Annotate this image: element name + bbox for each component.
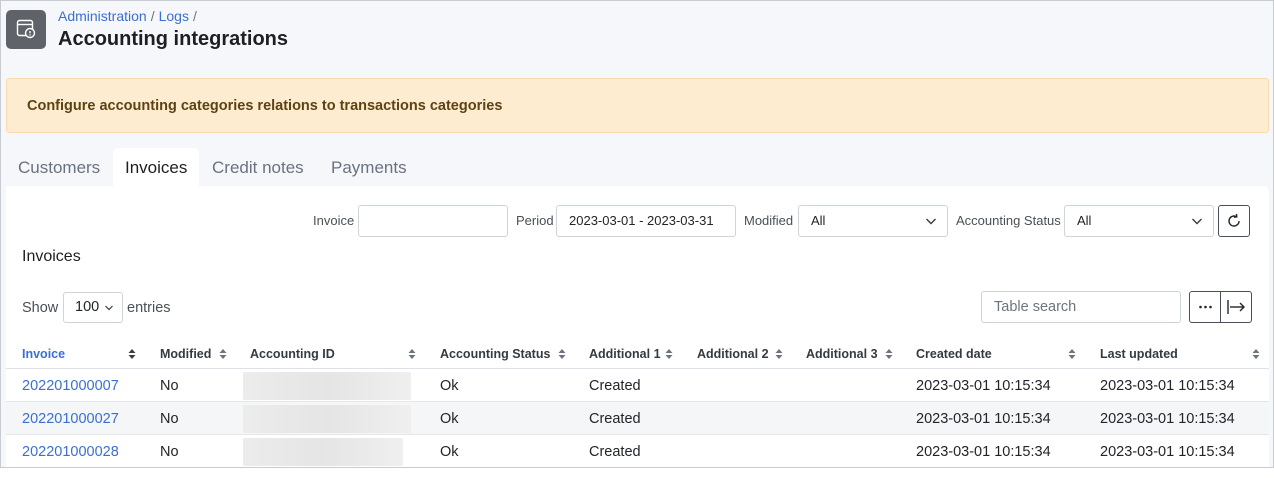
modified-filter-label: Modified	[744, 213, 794, 228]
alert-message: Configure accounting categories relation…	[27, 98, 503, 114]
invoice-filter-label: Invoice	[313, 213, 355, 228]
entries-label: entries	[127, 300, 171, 316]
sort-icon[interactable]	[885, 348, 893, 360]
breadcrumb-logs[interactable]: Logs	[159, 8, 189, 24]
sort-icon[interactable]	[1252, 348, 1260, 360]
invoice-link[interactable]: 202201000027	[22, 411, 119, 427]
page-length-select[interactable]: 100	[63, 292, 123, 323]
sort-icon[interactable]	[558, 348, 566, 360]
sort-icon[interactable]	[128, 348, 136, 360]
last-updated-cell: 2023-03-01 10:15:34	[1100, 444, 1235, 460]
additional-1-cell: Created	[589, 378, 641, 394]
breadcrumb-separator: /	[192, 8, 197, 24]
modified-cell: No	[160, 378, 179, 394]
column-header-created-date[interactable]: Created date	[916, 347, 992, 361]
sort-icon[interactable]	[1068, 348, 1076, 360]
redacted-accounting-id	[243, 372, 411, 400]
column-header-modified[interactable]: Modified	[160, 347, 211, 361]
created-date-cell: 2023-03-01 10:15:34	[916, 444, 1051, 460]
table-search-input[interactable]: Table search	[981, 291, 1181, 323]
accounting-status-cell: Ok	[440, 411, 459, 427]
accounting-status-cell: Ok	[440, 444, 459, 460]
show-label: Show	[22, 300, 59, 316]
page-title: Accounting integrations	[58, 28, 288, 50]
chevron-down-icon	[1192, 218, 1202, 225]
redacted-accounting-id	[243, 438, 403, 466]
accounting-status-cell: Ok	[440, 378, 459, 394]
modified-cell: No	[160, 444, 179, 460]
accounting-status-filter-select[interactable]: All	[1064, 205, 1214, 237]
page-length-value: 100	[75, 299, 100, 315]
table-actions	[1189, 291, 1252, 323]
column-header-accounting-id[interactable]: Accounting ID	[250, 347, 335, 361]
column-header-additional-2[interactable]: Additional 2	[697, 347, 769, 361]
sort-icon[interactable]	[408, 348, 416, 360]
tab-payments[interactable]: Payments	[319, 148, 419, 186]
modified-filter-select[interactable]: All	[798, 205, 948, 237]
last-updated-cell: 2023-03-01 10:15:34	[1100, 378, 1235, 394]
invoice-settings-icon	[6, 10, 46, 49]
redacted-accounting-id	[243, 405, 411, 433]
export-button[interactable]	[1221, 292, 1252, 322]
period-filter-label: Period	[516, 213, 554, 228]
invoice-link[interactable]: 202201000007	[22, 378, 119, 394]
created-date-cell: 2023-03-01 10:15:34	[916, 378, 1051, 394]
breadcrumb: Administration / Logs /	[58, 8, 201, 24]
last-updated-cell: 2023-03-01 10:15:34	[1100, 411, 1235, 427]
period-filter-input[interactable]: 2023-03-01 - 2023-03-31	[556, 205, 736, 237]
tab-credit-notes[interactable]: Credit notes	[200, 148, 316, 186]
breadcrumb-administration[interactable]: Administration	[58, 8, 147, 24]
modified-cell: No	[160, 411, 179, 427]
arrow-to-line-icon	[1227, 300, 1245, 314]
sort-icon[interactable]	[775, 348, 783, 360]
refresh-icon	[1228, 213, 1240, 227]
info-alert: Configure accounting categories relation…	[6, 78, 1269, 133]
ellipsis-icon	[1199, 305, 1212, 309]
more-options-button[interactable]	[1190, 292, 1221, 322]
chevron-down-icon	[926, 218, 936, 225]
column-header-invoice[interactable]: Invoice	[22, 347, 65, 361]
tab-customers[interactable]: Customers	[6, 148, 112, 186]
app-window: Administration / Logs / Accounting integrat…	[0, 0, 1274, 468]
invoice-link[interactable]: 202201000028	[22, 444, 119, 460]
invoice-filter-input[interactable]	[358, 205, 508, 237]
sort-icon[interactable]	[665, 348, 673, 360]
additional-1-cell: Created	[589, 444, 641, 460]
column-header-last-updated[interactable]: Last updated	[1100, 347, 1178, 361]
accounting-status-filter-value: All	[1077, 213, 1092, 228]
column-header-additional-1[interactable]: Additional 1	[589, 347, 661, 361]
column-header-additional-3[interactable]: Additional 3	[806, 347, 878, 361]
accounting-status-filter-label: Accounting Status	[956, 213, 1061, 228]
refresh-button[interactable]	[1218, 205, 1250, 237]
breadcrumb-separator: /	[150, 8, 155, 24]
section-title: Invoices	[22, 248, 81, 265]
created-date-cell: 2023-03-01 10:15:34	[916, 411, 1051, 427]
column-header-accounting-status[interactable]: Accounting Status	[440, 347, 550, 361]
sort-icon[interactable]	[219, 348, 227, 360]
additional-1-cell: Created	[589, 411, 641, 427]
chevron-down-icon	[105, 305, 113, 311]
tab-invoices[interactable]: Invoices	[113, 148, 200, 186]
modified-filter-value: All	[811, 213, 826, 228]
